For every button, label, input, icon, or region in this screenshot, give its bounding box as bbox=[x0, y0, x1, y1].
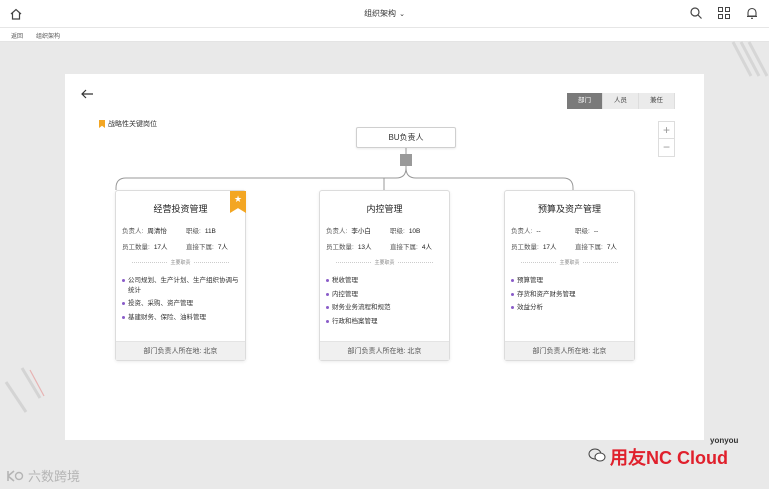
department-card[interactable]: 内控管理 负责人: 李小白 职级: 10B 员工数量: 13人 直接下属: 4人 主要职责 … bbox=[319, 190, 450, 361]
root-node[interactable]: BU负责人 bbox=[356, 127, 456, 148]
duties-list: 公司规划、生产计划、生产组织协调与统计 投资、采购、资产管理 基建财务、保险、油… bbox=[122, 276, 239, 326]
rank-value: 10B bbox=[408, 228, 421, 235]
direct-reports: 4人 bbox=[421, 244, 432, 251]
list-item: 财务业务流程和规范 bbox=[326, 303, 443, 313]
list-item: 行政和档案管理 bbox=[326, 317, 443, 327]
duties-label: 主要职责 bbox=[167, 260, 194, 266]
org-chart-panel: 部门 人员 兼任 战略性关键岗位 + − BU负责人 ★ 经营投资管理 负责人:… bbox=[65, 74, 704, 440]
logo-icon bbox=[7, 469, 24, 482]
rank-value: -- bbox=[593, 228, 599, 235]
watermark-left-text: 六数跨境 bbox=[28, 469, 81, 484]
brand-text: 用友NC Cloud bbox=[610, 448, 728, 468]
department-title: 经营投资管理 bbox=[153, 204, 208, 214]
department-title: 内控管理 bbox=[366, 204, 403, 214]
department-title: 预算及资产管理 bbox=[537, 204, 601, 214]
list-item: 预算管理 bbox=[511, 276, 628, 286]
collapse-toggle[interactable] bbox=[400, 154, 412, 166]
location-footer: 部门负责人所在地: 北京 bbox=[505, 341, 634, 360]
duties-label: 主要职责 bbox=[371, 260, 398, 266]
watermark-left: 六数跨境 bbox=[6, 466, 80, 485]
leader-name: 周清怡 bbox=[147, 228, 167, 235]
location-footer: 部门负责人所在地: 北京 bbox=[116, 341, 245, 360]
direct-reports: 7人 bbox=[606, 244, 617, 251]
list-item: 存货和资产财务管理 bbox=[511, 290, 628, 300]
duties-list: 税收管理 内控管理 财务业务流程和规范 行政和档案管理 bbox=[326, 276, 443, 330]
duties-label: 主要职责 bbox=[556, 260, 583, 266]
list-item: 基建财务、保险、油料管理 bbox=[122, 313, 239, 323]
staff-count: 13人 bbox=[357, 244, 372, 251]
location-footer: 部门负责人所在地: 北京 bbox=[320, 341, 449, 360]
wechat-icon bbox=[588, 448, 606, 462]
list-item: 税收管理 bbox=[326, 276, 443, 286]
list-item: 公司规划、生产计划、生产组织协调与统计 bbox=[122, 276, 239, 295]
leader-name: 李小白 bbox=[351, 228, 371, 235]
staff-count: 17人 bbox=[542, 244, 557, 251]
department-card[interactable]: ★ 经营投资管理 负责人: 周清怡 职级: 11B 员工数量: 17人 直接下属: 7人 主… bbox=[115, 190, 246, 361]
staff-count: 17人 bbox=[153, 244, 168, 251]
direct-reports: 7人 bbox=[217, 244, 228, 251]
list-item: 效益分析 bbox=[511, 303, 628, 313]
leader-name: -- bbox=[536, 228, 541, 235]
department-card[interactable]: 预算及资产管理 负责人: -- 职级: -- 员工数量: 17人 直接下属: 7人 主要职责… bbox=[504, 190, 635, 361]
list-item: 内控管理 bbox=[326, 290, 443, 300]
duties-list: 预算管理 存货和资产财务管理 效益分析 bbox=[511, 276, 628, 317]
rank-value: 11B bbox=[204, 228, 216, 235]
list-item: 投资、采购、资产管理 bbox=[122, 299, 239, 309]
